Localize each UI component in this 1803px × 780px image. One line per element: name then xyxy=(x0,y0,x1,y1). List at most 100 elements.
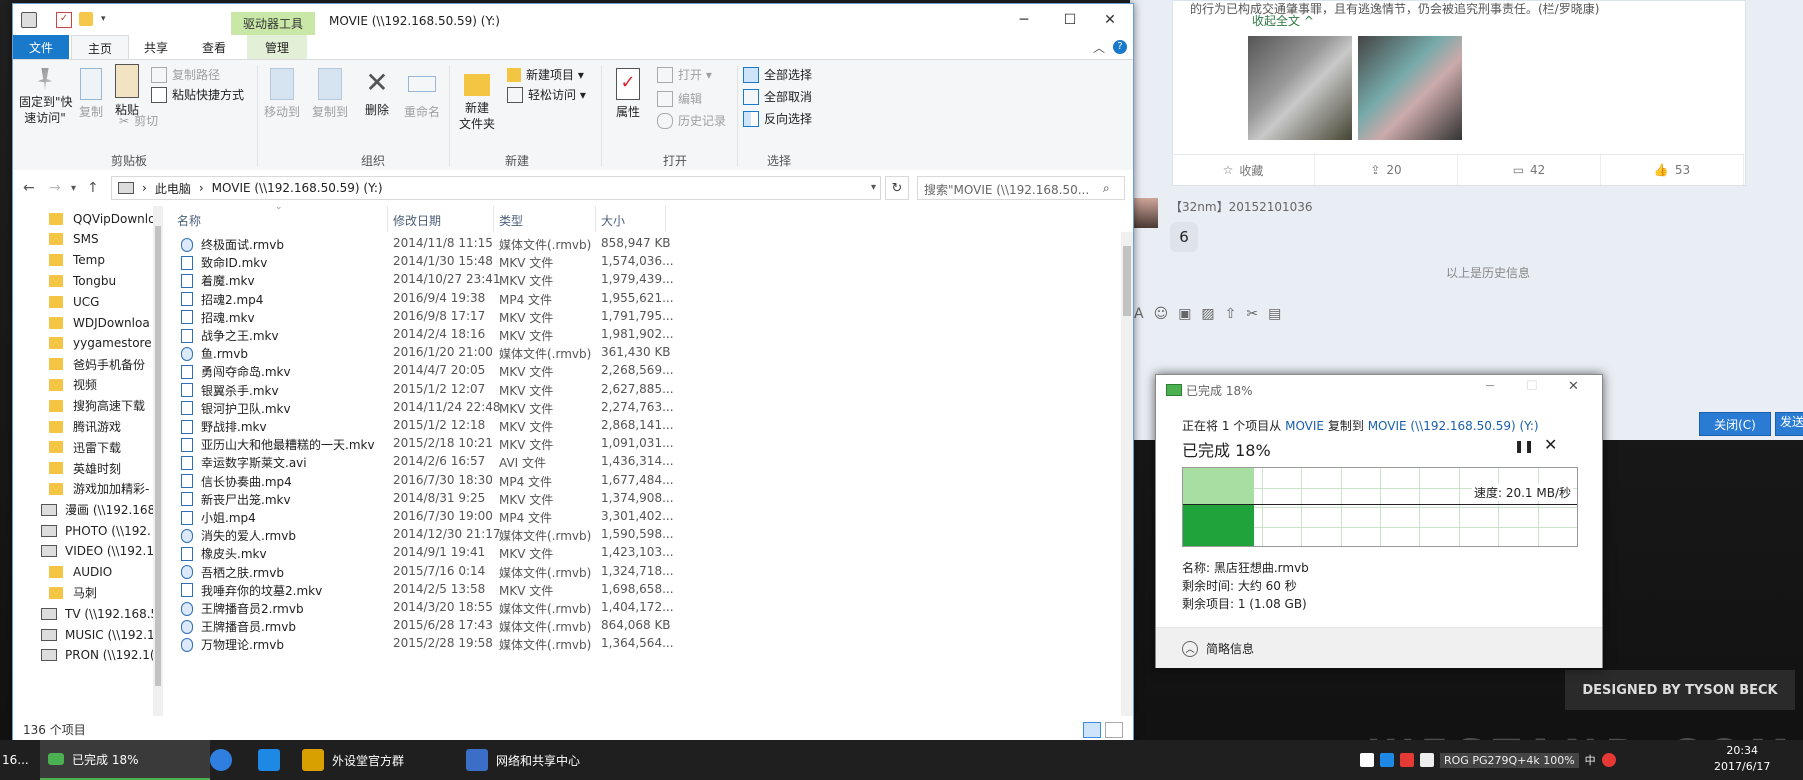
table-row[interactable]: 小姐.mp4 2016/7/30 19:00 MP4 文件 3,301,402... xyxy=(163,509,1123,527)
taskbar-copy-progress[interactable]: 已完成 18% xyxy=(40,740,210,780)
table-row[interactable]: 鱼.rmvb 2016/1/20 21:00 媒体文件(.rmvb) 361,430 … xyxy=(163,345,1123,363)
security-shield-icon[interactable] xyxy=(1360,753,1374,767)
copy-path-button[interactable]: 复制路径 xyxy=(151,66,220,83)
pause-button[interactable]: ❚❚ xyxy=(1514,439,1534,453)
image-icon[interactable]: ▨ xyxy=(1201,306,1224,322)
table-row[interactable]: 招魂2.mp4 2016/9/4 19:38 MP4 文件 1,955,621... xyxy=(163,291,1123,309)
table-row[interactable]: 银翼杀手.mkv 2015/1/2 12:07 MKV 文件 2,627,885... xyxy=(163,382,1123,400)
address-dropdown-icon[interactable]: ▾ xyxy=(871,182,876,193)
table-row[interactable]: 亚历山大和他最糟糕的一天.mkv 2015/2/18 10:21 MKV 文件 1,0… xyxy=(163,436,1123,454)
breadcrumb-this-pc[interactable]: 此电脑 xyxy=(155,180,191,197)
table-row[interactable]: 战争之王.mkv 2014/2/4 18:16 MKV 文件 1,981,902... xyxy=(163,327,1123,345)
share-button[interactable]: ⇪ 20 xyxy=(1315,155,1458,185)
table-row[interactable]: 终极面试.rmvb 2014/11/8 11:15 媒体文件(.rmvb) 858,9… xyxy=(163,236,1123,254)
customize-toolbar-icon[interactable]: ▾ xyxy=(101,14,106,24)
taskbar-qq-group[interactable]: 外设堂官方群 xyxy=(302,740,432,780)
emoji-icon[interactable]: ☺ xyxy=(1154,306,1179,322)
recent-locations-icon[interactable]: ▾ xyxy=(71,183,76,194)
tab-view[interactable]: 查看 xyxy=(189,35,239,59)
open-button[interactable]: 打开 ▾ xyxy=(657,66,712,83)
source-link[interactable]: MOVIE xyxy=(1285,419,1324,433)
column-header-date[interactable]: 修改日期 xyxy=(393,210,441,230)
properties-button[interactable]: ✓ 属性 xyxy=(607,68,649,120)
ime-indicator[interactable]: 中 xyxy=(1585,752,1596,768)
column-header-name[interactable]: 名称 xyxy=(177,210,201,230)
pin-quick-access-button[interactable]: 固定到"快 速访问" xyxy=(19,68,73,126)
nav-item[interactable]: UCG xyxy=(13,291,163,312)
destination-link[interactable]: MOVIE (\\192.168.50.59) (Y:) xyxy=(1368,419,1539,433)
taskbar-browser[interactable] xyxy=(210,740,238,780)
nav-item[interactable]: 漫画 (\\192.168 xyxy=(13,499,163,520)
collapse-link[interactable]: 收起全文 ^ xyxy=(1252,12,1314,29)
table-row[interactable]: 幸运数字斯莱文.avi 2014/2/6 16:57 AVI 文件 1,436,314… xyxy=(163,454,1123,472)
nav-item[interactable]: yygamestore xyxy=(13,333,163,354)
more-icon[interactable]: ▤ xyxy=(1268,306,1291,322)
fewer-details-toggle[interactable]: ︿ 简略信息 xyxy=(1182,640,1254,657)
minimize-button[interactable]: ─ xyxy=(1001,4,1047,35)
table-row[interactable]: 招魂.mkv 2016/9/8 17:17 MKV 文件 1,791,795... xyxy=(163,309,1123,327)
nav-item[interactable]: QQVipDownlo xyxy=(13,208,163,229)
nav-item[interactable]: Temp xyxy=(13,250,163,271)
qq-tray-icon[interactable] xyxy=(1420,753,1434,767)
table-row[interactable]: 王牌播音员2.rmvb 2014/3/20 18:55 媒体文件(.rmvb) 1,4… xyxy=(163,600,1123,618)
clock[interactable]: 20:34 2017/6/17 xyxy=(1714,743,1770,775)
nav-item[interactable]: PRON (\\192.1( xyxy=(13,645,163,666)
easy-access-button[interactable]: 轻松访问 ▾ xyxy=(507,86,586,103)
nav-item[interactable]: 马刺 xyxy=(13,582,163,603)
close-button[interactable]: ✕ xyxy=(1087,4,1133,35)
table-row[interactable]: 着魔.mkv 2014/10/27 23:41 MKV 文件 1,979,439... xyxy=(163,272,1123,290)
favorite-button[interactable]: ☆ 收藏 xyxy=(1172,155,1315,185)
copy-to-button[interactable]: 复制到 xyxy=(309,68,351,120)
taskbar-feather-app[interactable] xyxy=(258,740,286,780)
table-row[interactable]: 橡皮头.mkv 2014/9/1 19:41 MKV 文件 1,423,103... xyxy=(163,545,1123,563)
paste-shortcut-button[interactable]: 粘贴快捷方式 xyxy=(151,86,244,103)
avatar[interactable] xyxy=(1134,198,1158,228)
nav-item[interactable]: SMS xyxy=(13,229,163,250)
copy-button[interactable]: 复制 xyxy=(73,68,109,120)
taskbar-network-center[interactable]: 网络和共享中心 xyxy=(466,740,606,780)
nav-item[interactable]: MUSIC (\\192.1 xyxy=(13,624,163,645)
dialog-close-button[interactable]: ✕ xyxy=(1568,379,1579,394)
nav-item[interactable]: AUDIO xyxy=(13,562,163,583)
upload-icon[interactable]: ⇧ xyxy=(1225,306,1247,322)
taskbar-truncated-item[interactable]: 16... xyxy=(0,740,38,780)
column-divider[interactable] xyxy=(595,206,596,232)
nav-item[interactable]: 迅雷下载 xyxy=(13,437,163,458)
column-header-size[interactable]: 大小 xyxy=(601,210,625,230)
help-icon[interactable]: ? xyxy=(1113,40,1127,54)
column-divider[interactable] xyxy=(387,206,388,232)
edit-button[interactable]: 编辑 xyxy=(657,90,702,107)
feather-tray-icon[interactable] xyxy=(1380,753,1394,767)
like-button[interactable]: 👍 53 xyxy=(1601,155,1744,185)
nav-item[interactable]: PHOTO (\\192. xyxy=(13,520,163,541)
search-input[interactable]: 搜索"MOVIE (\\192.168.50... xyxy=(917,176,1125,200)
details-view-icon[interactable] xyxy=(1083,722,1101,738)
nav-item[interactable]: WDJDownloa xyxy=(13,312,163,333)
table-row[interactable]: 勇闯夺命岛.mkv 2014/4/7 20:05 MKV 文件 2,268,569..… xyxy=(163,363,1123,381)
table-row[interactable]: 银河护卫队.mkv 2014/11/24 22:48 MKV 文件 2,274,763… xyxy=(163,400,1123,418)
search-icon[interactable]: ⌕ xyxy=(1103,181,1110,196)
post-photo-cart[interactable] xyxy=(1358,36,1462,140)
rename-button[interactable]: 重命名 xyxy=(401,68,443,120)
column-divider[interactable] xyxy=(665,206,666,232)
nav-item[interactable]: TV (\\192.168.5 xyxy=(13,603,163,624)
properties-icon[interactable]: ✓ xyxy=(56,12,72,28)
select-none-button[interactable]: 全部取消 xyxy=(743,88,812,105)
back-arrow-icon[interactable]: ← xyxy=(23,180,35,196)
table-row[interactable]: 王牌播音员.rmvb 2015/6/28 17:43 媒体文件(.rmvb) 864,… xyxy=(163,618,1123,636)
delete-button[interactable]: ✕ 删除 xyxy=(359,68,395,118)
table-row[interactable]: 我唾弃你的坟墓2.mkv 2014/2/5 13:58 MKV 文件 1,698,65… xyxy=(163,582,1123,600)
column-header-type[interactable]: 类型 xyxy=(499,210,523,230)
table-row[interactable]: 信长协奏曲.mp4 2016/7/30 18:30 MP4 文件 1,677,484.… xyxy=(163,473,1123,491)
tab-share[interactable]: 共享 xyxy=(131,35,181,59)
forward-arrow-icon[interactable]: → xyxy=(49,180,61,196)
cut-button[interactable]: ✂ 剪切 xyxy=(119,112,158,129)
tab-manage[interactable]: 管理 xyxy=(247,35,307,59)
up-arrow-icon[interactable]: ↑ xyxy=(87,180,99,196)
nav-item[interactable]: 视频 xyxy=(13,374,163,395)
table-row[interactable]: 新丧尸出笼.mkv 2014/8/31 9:25 MKV 文件 1,374,908..… xyxy=(163,491,1123,509)
nav-scrollbar-thumb[interactable] xyxy=(155,226,161,686)
history-button[interactable]: 历史记录 xyxy=(657,112,726,129)
ime-tray-icon[interactable] xyxy=(1400,753,1414,767)
new-folder-icon[interactable] xyxy=(79,12,93,26)
